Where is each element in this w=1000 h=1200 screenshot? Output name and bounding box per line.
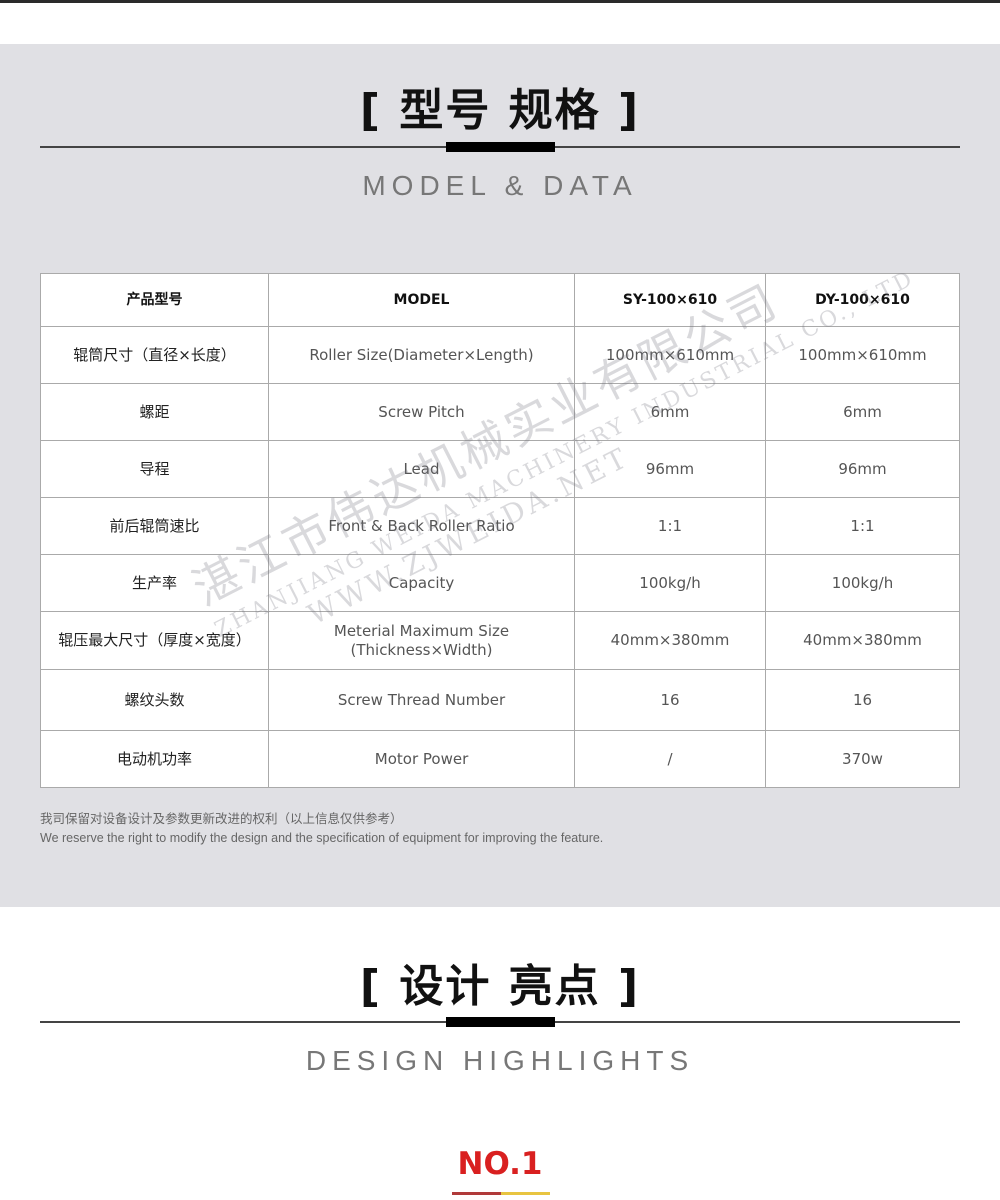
top-border xyxy=(0,0,1000,3)
disclaimer-en: We reserve the right to modify the desig… xyxy=(40,831,604,845)
table-cell: 100kg/h xyxy=(765,554,960,612)
table-row: 辊压最大尺寸（厚度×宽度） Meterial Maximum Size (Thic… xyxy=(40,611,960,670)
highlight-underline-red xyxy=(452,1192,501,1195)
table-row: 螺距 Screw Pitch 6mm 6mm xyxy=(40,383,960,441)
table-row: 电动机功率 Motor Power/370w xyxy=(40,730,960,788)
table-cell: 生产率 xyxy=(40,554,269,612)
table-cell: 前后辊筒速比 xyxy=(40,497,269,555)
table-row: 前后辊筒速比 Front & Back Roller Ratio 1:1 1:1 xyxy=(40,497,960,555)
section-title-model: [ 型号 规格 ] xyxy=(359,85,641,136)
table-cell: / xyxy=(574,730,766,788)
table-cell: Motor Power xyxy=(268,730,575,788)
table-cell: 96mm xyxy=(574,440,766,498)
table-cell: 370w xyxy=(765,730,960,788)
header-cell: MODEL xyxy=(268,273,575,327)
disclaimer-cn: 我司保留对设备设计及参数更新改进的权利（以上信息仅供参考） xyxy=(40,812,403,826)
table-cell: Meterial Maximum Size (Thickness×Width) xyxy=(268,611,575,670)
section-subtitle-highlights: DESIGN HIGHLIGHTS xyxy=(305,1045,695,1076)
disclaimer: 我司保留对设备设计及参数更新改进的权利（以上信息仅供参考） We reserve… xyxy=(40,810,603,848)
table-cell: 6mm xyxy=(574,383,766,441)
table-cell: 电动机功率 xyxy=(40,730,269,788)
header-cell: DY-100×610 xyxy=(765,273,960,327)
table-cell: 螺距 xyxy=(40,383,269,441)
table-cell: 6mm xyxy=(765,383,960,441)
table-cell: 辊压最大尺寸（厚度×宽度） xyxy=(40,611,269,670)
table-cell: Roller Size(Diameter×Length) xyxy=(268,326,575,384)
table-cell: 1:1 xyxy=(574,497,766,555)
table-cell: Lead xyxy=(268,440,575,498)
spec-table: 产品型号 MODEL SY-100×610 DY-100×610 辊筒尺寸（直径… xyxy=(40,273,960,788)
table-cell: Screw Thread Number xyxy=(268,669,575,731)
highlight-number: NO.1 xyxy=(457,1146,543,1182)
table-row: 辊筒尺寸（直径×长度） Roller Size(Diameter×Length) 1… xyxy=(40,326,960,384)
table-cell: 40mm×380mm xyxy=(765,611,960,670)
table-cell: Capacity xyxy=(268,554,575,612)
table-row: 生产率 Capacity 100kg/h 100kg/h xyxy=(40,554,960,612)
header-cell: SY-100×610 xyxy=(574,273,766,327)
table-header-row: 产品型号 MODEL SY-100×610 DY-100×610 xyxy=(40,273,960,327)
highlight-underline-yellow xyxy=(501,1192,550,1195)
header-cell: 产品型号 xyxy=(40,273,269,327)
table-cell: 辊筒尺寸（直径×长度） xyxy=(40,326,269,384)
table-cell: Front & Back Roller Ratio xyxy=(268,497,575,555)
divider-accent xyxy=(446,142,555,152)
section-subtitle-model: MODEL & DATA xyxy=(362,170,638,201)
table-cell: 96mm xyxy=(765,440,960,498)
divider-accent xyxy=(446,1017,555,1027)
table-cell: 100mm×610mm xyxy=(765,326,960,384)
table-cell: 导程 xyxy=(40,440,269,498)
table-cell: 16 xyxy=(765,669,960,731)
table-cell: 螺纹头数 xyxy=(40,669,269,731)
table-cell: 16 xyxy=(574,669,766,731)
table-cell: 100kg/h xyxy=(574,554,766,612)
table-cell: 40mm×380mm xyxy=(574,611,766,670)
table-row: 螺纹头数 Screw Thread Number 16 16 xyxy=(40,669,960,731)
table-row: 导程 Lead 96mm 96mm xyxy=(40,440,960,498)
table-cell: 1:1 xyxy=(765,497,960,555)
section-title-highlights: [ 设计 亮点 ] xyxy=(359,961,641,1012)
table-cell: Screw Pitch xyxy=(268,383,575,441)
table-cell: 100mm×610mm xyxy=(574,326,766,384)
